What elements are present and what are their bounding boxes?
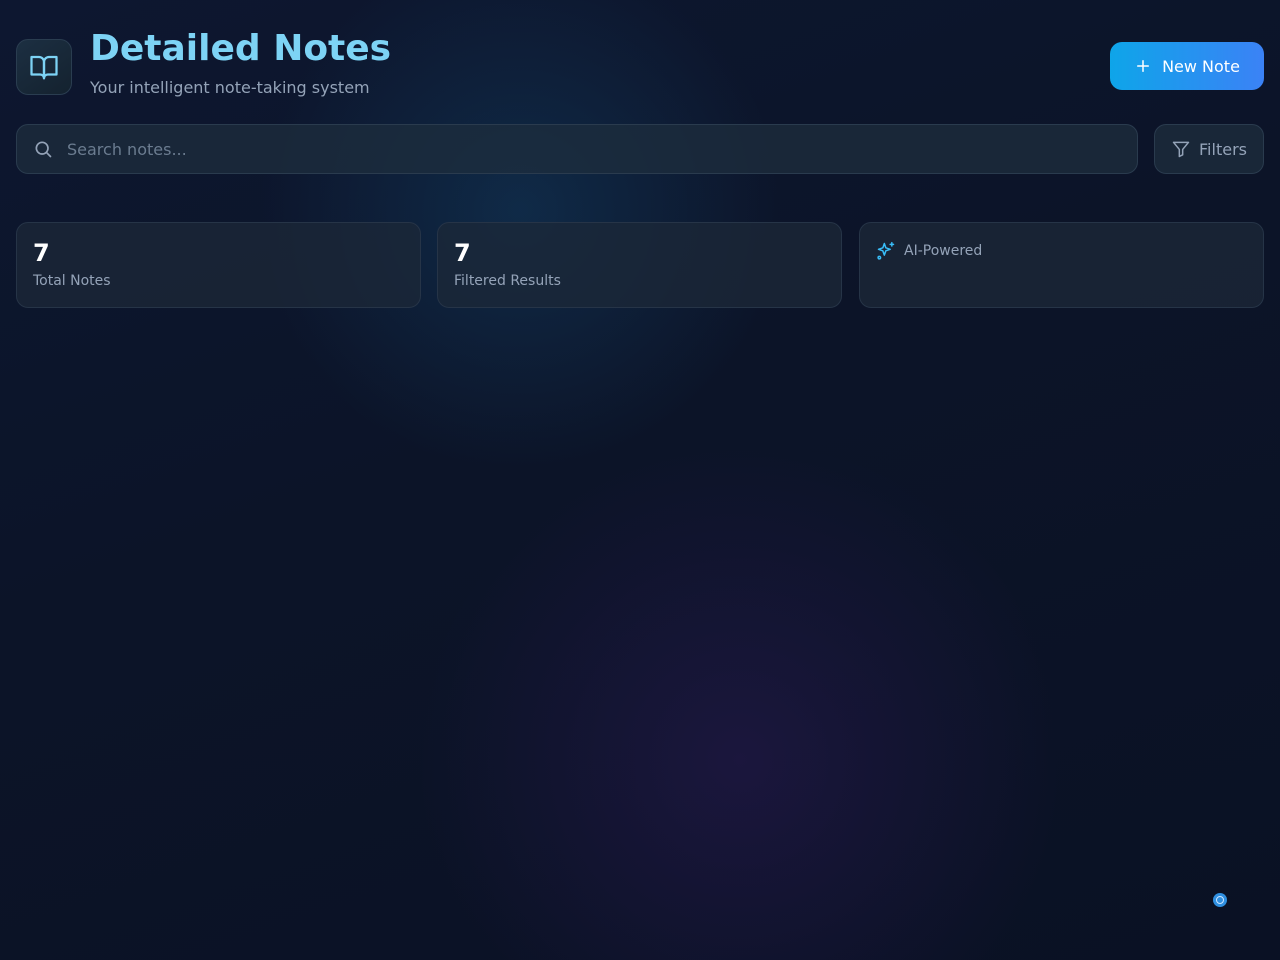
filtered-results-value: 7 [454, 239, 471, 267]
total-notes-card: 7 Total Notes [16, 222, 421, 308]
title-block: Detailed Notes Your intelligent note-tak… [90, 30, 391, 98]
assistant-icon [1216, 896, 1224, 904]
new-note-button[interactable]: New Note [1110, 42, 1264, 90]
new-note-label: New Note [1162, 56, 1240, 76]
ai-powered-label: AI-Powered [904, 243, 983, 259]
floating-assistant-button[interactable] [1213, 893, 1227, 907]
filter-icon [1171, 139, 1191, 159]
page-subtitle: Your intelligent note-taking system [90, 78, 370, 97]
filtered-results-card: 7 Filtered Results [437, 222, 842, 308]
search-bar[interactable] [16, 124, 1138, 174]
filtered-results-label: Filtered Results [454, 273, 561, 289]
page-header: Detailed Notes Your intelligent note-tak… [16, 30, 391, 98]
filters-button[interactable]: Filters [1154, 124, 1264, 174]
search-icon [33, 139, 53, 159]
sparkles-icon [876, 241, 896, 261]
search-input[interactable] [65, 138, 1069, 160]
total-notes-label: Total Notes [33, 273, 111, 289]
ai-powered-row: AI-Powered [876, 241, 1247, 261]
book-open-icon [30, 55, 58, 79]
plus-icon [1134, 57, 1152, 75]
page-title: Detailed Notes [90, 28, 392, 69]
total-notes-value: 7 [33, 239, 50, 267]
app-logo [16, 38, 72, 95]
filters-label: Filters [1199, 139, 1247, 159]
ai-powered-card: AI-Powered [859, 222, 1264, 308]
